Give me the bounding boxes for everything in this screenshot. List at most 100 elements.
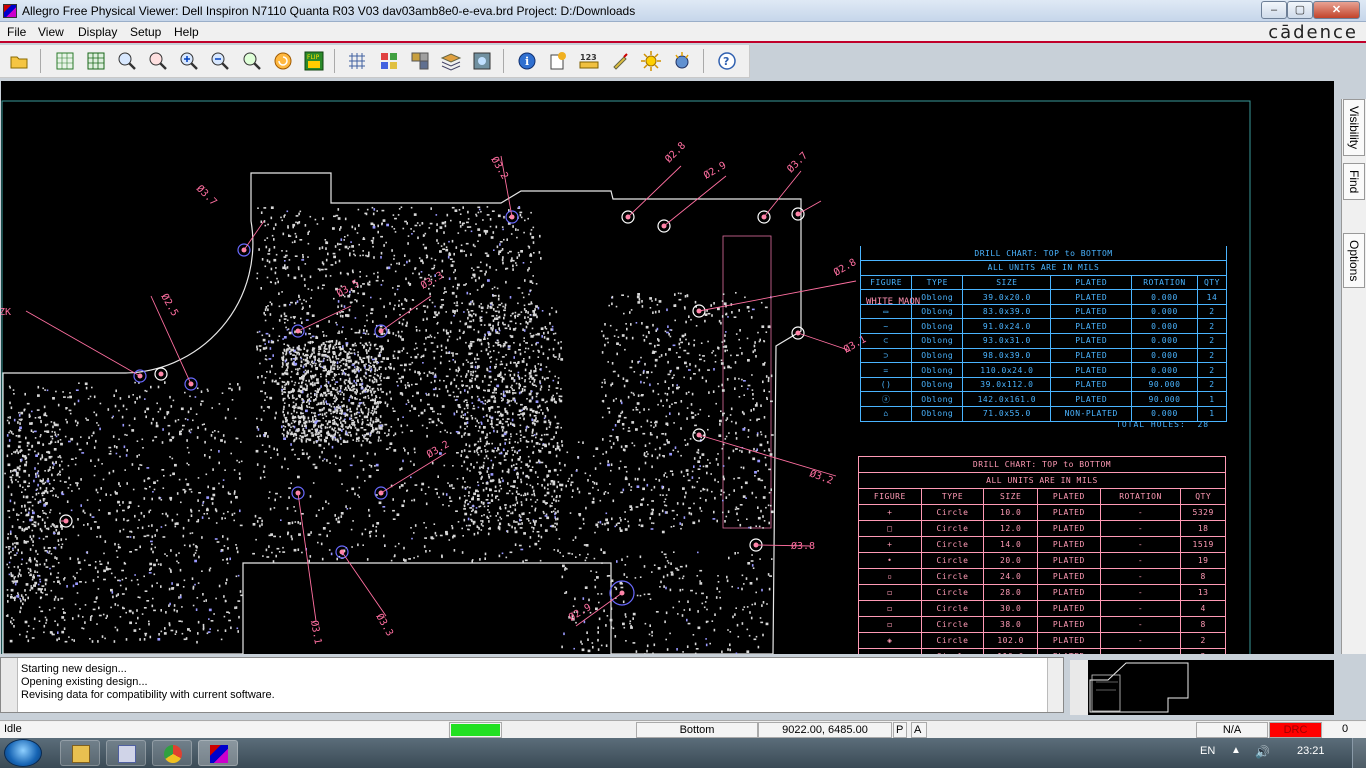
pad bbox=[659, 494, 662, 496]
redraw-icon[interactable] bbox=[272, 50, 294, 72]
pad bbox=[445, 375, 449, 378]
pad bbox=[43, 546, 46, 550]
pad bbox=[340, 365, 342, 367]
report-icon[interactable] bbox=[547, 50, 569, 72]
pad bbox=[665, 353, 667, 356]
pad bbox=[739, 523, 742, 527]
pad bbox=[346, 343, 348, 346]
pad bbox=[523, 231, 525, 234]
menu-display[interactable]: Display bbox=[78, 25, 117, 39]
pad bbox=[474, 417, 477, 420]
pad bbox=[530, 261, 532, 263]
menu-setup[interactable]: Setup bbox=[130, 25, 161, 39]
pad bbox=[520, 478, 522, 481]
zoom-points-icon[interactable] bbox=[116, 50, 138, 72]
pad bbox=[684, 495, 686, 499]
zoom-icon[interactable] bbox=[147, 50, 169, 72]
pad bbox=[686, 352, 690, 355]
pad bbox=[335, 417, 339, 420]
pad bbox=[322, 359, 325, 363]
pad bbox=[109, 450, 112, 453]
pad bbox=[90, 527, 92, 530]
pad bbox=[123, 518, 125, 521]
zoom-fit-icon[interactable] bbox=[54, 50, 76, 72]
settings-icon[interactable] bbox=[671, 50, 693, 72]
pad bbox=[282, 551, 286, 553]
zoom-world-icon[interactable] bbox=[85, 50, 107, 72]
pad bbox=[337, 305, 339, 309]
pad bbox=[114, 490, 117, 494]
pad bbox=[514, 526, 516, 530]
pad bbox=[332, 367, 336, 370]
pad bbox=[708, 415, 710, 417]
shadow-icon[interactable] bbox=[440, 50, 462, 72]
pad bbox=[174, 463, 177, 467]
zoom-out-icon[interactable] bbox=[209, 50, 231, 72]
pad bbox=[430, 381, 433, 384]
open-icon[interactable] bbox=[8, 50, 30, 72]
layers-icon[interactable] bbox=[409, 50, 431, 72]
pad bbox=[403, 499, 405, 503]
minimize-button[interactable]: – bbox=[1261, 1, 1287, 19]
pad bbox=[731, 311, 733, 314]
pad bbox=[362, 468, 365, 471]
pad bbox=[761, 325, 765, 328]
pad bbox=[557, 549, 559, 552]
pad bbox=[735, 333, 738, 335]
pad bbox=[470, 301, 472, 303]
color-icon[interactable] bbox=[378, 50, 400, 72]
pad bbox=[332, 410, 335, 414]
pad bbox=[665, 415, 668, 418]
pad bbox=[744, 296, 746, 299]
pad bbox=[328, 442, 330, 446]
pad bbox=[315, 336, 319, 339]
pad bbox=[605, 512, 608, 515]
pad bbox=[474, 378, 477, 381]
pad bbox=[34, 570, 36, 573]
palette-icon[interactable] bbox=[471, 50, 493, 72]
help-icon[interactable]: ? bbox=[716, 50, 738, 72]
flip-icon[interactable]: FLIP bbox=[303, 50, 325, 72]
pad bbox=[325, 420, 327, 422]
pad bbox=[471, 314, 473, 318]
pad bbox=[340, 443, 342, 445]
pad bbox=[525, 463, 529, 466]
pad bbox=[311, 434, 315, 437]
pad bbox=[542, 352, 545, 355]
pad bbox=[291, 348, 294, 352]
maximize-button[interactable]: ▢ bbox=[1287, 1, 1313, 19]
info-icon[interactable]: i bbox=[516, 50, 538, 72]
pad bbox=[557, 381, 559, 384]
pad bbox=[664, 330, 667, 333]
pad bbox=[303, 432, 306, 435]
pad bbox=[312, 407, 314, 409]
brightness-icon[interactable] bbox=[640, 50, 662, 72]
pad bbox=[500, 518, 503, 520]
menu-file[interactable]: File bbox=[7, 25, 26, 39]
pad bbox=[208, 568, 211, 572]
pad bbox=[293, 420, 296, 424]
pad bbox=[326, 385, 328, 389]
pad bbox=[364, 528, 367, 531]
pad bbox=[281, 366, 284, 368]
menu-help[interactable]: Help bbox=[174, 25, 199, 39]
zoom-previous-icon[interactable] bbox=[241, 50, 263, 72]
pad bbox=[500, 344, 502, 348]
pad bbox=[740, 486, 743, 489]
pad bbox=[115, 452, 118, 455]
pad bbox=[306, 361, 309, 363]
pcb-canvas[interactable]: Ø2.8 Ø3.1 Ø3.2 Ø3.8 Ø2.9 Ø3.2 Ø2.8 Ø2.9 Ø3.7 Ø3.7… bbox=[1, 81, 1334, 654]
pad bbox=[154, 436, 158, 438]
pad bbox=[344, 379, 348, 381]
grid-icon[interactable] bbox=[346, 50, 368, 72]
close-button[interactable]: ✕ bbox=[1313, 1, 1360, 19]
highlight-icon[interactable] bbox=[609, 50, 631, 72]
pad bbox=[429, 299, 431, 301]
pad bbox=[528, 377, 531, 380]
menu-view[interactable]: View bbox=[38, 25, 64, 39]
pad bbox=[151, 604, 154, 608]
pad bbox=[370, 442, 372, 444]
measure-icon[interactable]: 123 bbox=[578, 50, 600, 72]
pad bbox=[555, 431, 557, 434]
zoom-in-icon[interactable] bbox=[178, 50, 200, 72]
